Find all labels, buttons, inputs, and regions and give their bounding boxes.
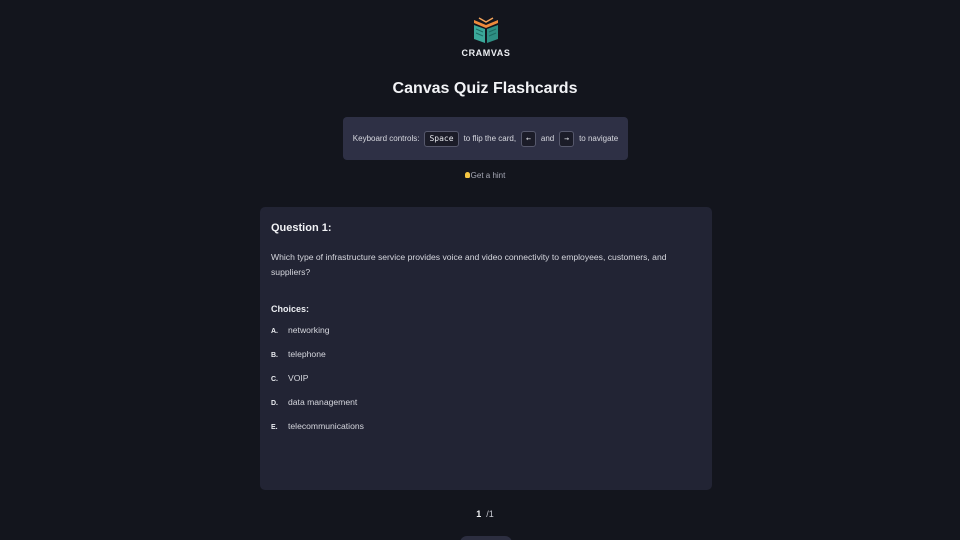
choice-item: A. networking [271, 325, 701, 338]
total-pages: /1 [486, 509, 494, 519]
logo-wordmark: CRAMVAS [461, 48, 511, 58]
current-page: 1 [476, 509, 482, 519]
and-text: and [540, 134, 555, 143]
choice-letter: B. [271, 352, 278, 359]
navigate-instruction: to navigate [579, 134, 619, 143]
question-text: Which type of infrastructure service pro… [271, 252, 667, 277]
lightbulb-icon [464, 172, 470, 178]
hint-label: Get a hint [470, 171, 506, 180]
choice-text: data management [288, 397, 358, 407]
get-hint-button[interactable]: Get a hint [0, 171, 960, 180]
space-key: Space [424, 130, 459, 147]
keyboard-controls-label: Keyboard controls: [352, 134, 420, 143]
choice-item: C. VOIP [271, 373, 701, 386]
choice-item: B. telephone [271, 349, 701, 362]
keyboard-controls-panel: Keyboard controls: Space to flip the car… [343, 117, 628, 160]
choice-item: E. telecommunications [271, 421, 701, 434]
page-indicator: 1/1 [0, 509, 960, 519]
choice-text: networking [288, 325, 330, 335]
cramvas-logo[interactable]: CRAMVAS [450, 16, 522, 58]
bottom-action-button[interactable] [460, 536, 512, 540]
choice-letter: E. [271, 424, 278, 431]
choice-text: telecommunications [288, 421, 364, 431]
choices-list: A. networking B. telephone C. VOIP D. da… [271, 325, 701, 434]
right-arrow-key: → [559, 130, 575, 147]
choice-text: telephone [288, 349, 326, 359]
choice-text: VOIP [288, 373, 309, 383]
page-title: Canvas Quiz Flashcards [392, 80, 578, 97]
choice-letter: D. [271, 400, 278, 407]
choice-letter: C. [271, 376, 278, 383]
question-number: Question 1: [271, 222, 332, 234]
flashcard[interactable]: Question 1: Which type of infrastructure… [260, 207, 712, 490]
left-arrow-key: ← [521, 130, 536, 147]
flip-instruction: to flip the card, [463, 134, 517, 143]
choice-letter: A. [271, 328, 278, 335]
choice-item: D. data management [271, 397, 701, 410]
flashcards-page: CRAMVAS Canvas Quiz Flashcards Keyboard … [0, 0, 960, 540]
open-book-icon [474, 17, 498, 43]
choices-heading: Choices: [271, 304, 310, 314]
